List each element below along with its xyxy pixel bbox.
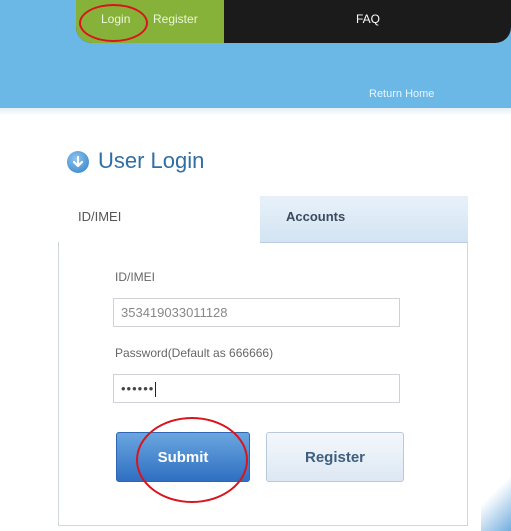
register-button[interactable]: Register (266, 432, 404, 482)
decorative-swoosh (481, 461, 511, 531)
id-imei-field[interactable]: 353419033011128 (113, 298, 400, 327)
top-nav-active-area (76, 0, 224, 43)
submit-button[interactable]: Submit (116, 432, 250, 482)
return-home-link[interactable]: Return Home (369, 88, 434, 100)
header-shadow (0, 108, 511, 116)
nav-login-link[interactable]: Login (101, 12, 130, 26)
tab-id-imei-label: ID/IMEI (78, 209, 122, 224)
password-field[interactable]: •••••• (113, 374, 400, 403)
tab-accounts-label: Accounts (286, 209, 346, 224)
arrow-down-circle-icon (67, 151, 89, 173)
tab-accounts[interactable]: Accounts (260, 196, 468, 243)
text-caret (155, 382, 157, 398)
password-field-label: Password(Default as 666666) (115, 346, 274, 360)
page-title: User Login (98, 148, 205, 173)
tab-id-imei[interactable]: ID/IMEI (58, 196, 261, 242)
nav-faq-link[interactable]: FAQ (356, 12, 380, 26)
password-value: •••••• (121, 381, 155, 396)
nav-register-link[interactable]: Register (153, 12, 198, 26)
id-field-label: ID/IMEI (115, 270, 156, 284)
